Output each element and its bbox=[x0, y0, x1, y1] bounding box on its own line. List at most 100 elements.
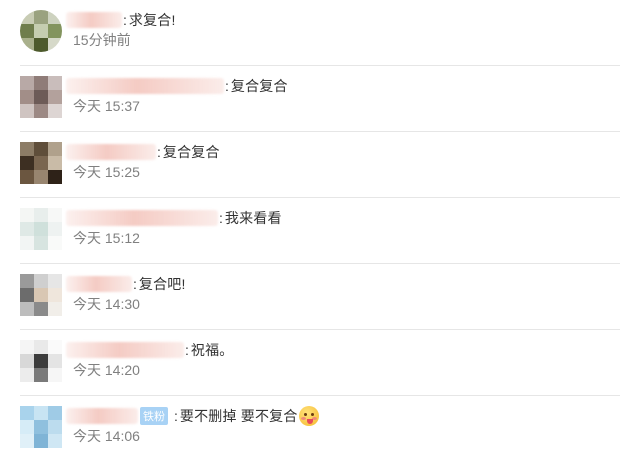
timestamp: 今天 15:25 bbox=[73, 164, 140, 180]
comment-text: 复合复合 bbox=[230, 78, 288, 94]
username[interactable] bbox=[66, 12, 122, 28]
colon: : bbox=[219, 210, 223, 226]
comment-item: : 复合复合 今天 15:37 bbox=[20, 66, 620, 132]
avatar-mosaic-cell bbox=[34, 406, 48, 420]
avatar-mosaic-cell bbox=[48, 406, 62, 420]
avatar-mosaic-cell bbox=[20, 434, 34, 448]
avatar-mosaic-cell bbox=[20, 340, 34, 354]
avatar-mosaic-cell bbox=[48, 76, 62, 90]
avatar-mosaic-cell bbox=[20, 142, 34, 156]
avatar-mosaic-cell bbox=[34, 236, 48, 250]
avatar-mosaic-cell bbox=[48, 24, 62, 38]
avatar[interactable] bbox=[20, 10, 62, 52]
avatar-mosaic-cell bbox=[48, 354, 62, 368]
avatar-mosaic-cell bbox=[20, 76, 34, 90]
fan-badge[interactable]: 铁粉 bbox=[140, 407, 168, 425]
avatar-mosaic-cell bbox=[20, 222, 34, 236]
colon: : bbox=[225, 78, 229, 94]
avatar[interactable] bbox=[20, 208, 62, 250]
timestamp: 15分钟前 bbox=[73, 32, 131, 48]
avatar-mosaic-cell bbox=[20, 24, 34, 38]
username[interactable] bbox=[66, 276, 132, 292]
comment-text: 复合吧! bbox=[138, 276, 186, 292]
username[interactable] bbox=[66, 408, 138, 424]
avatar-mosaic-cell bbox=[20, 288, 34, 302]
avatar-mosaic-cell bbox=[48, 368, 62, 382]
avatar-mosaic-cell bbox=[20, 236, 34, 250]
smiling-face-with-tongue-icon bbox=[298, 406, 319, 426]
avatar-mosaic-cell bbox=[48, 156, 62, 170]
avatar-mosaic-cell bbox=[48, 288, 62, 302]
avatar[interactable] bbox=[20, 406, 62, 448]
comment-item: 铁粉 : 要不删掉 要不复合 今天 14:06 bbox=[20, 396, 620, 456]
colon: : bbox=[123, 12, 127, 28]
comment-item: : 求复合! 15分钟前 bbox=[20, 0, 620, 66]
avatar[interactable] bbox=[20, 340, 62, 382]
comment-text: 祝福。 bbox=[190, 342, 234, 358]
comment-item: : 我来看看 今天 15:12 bbox=[20, 198, 620, 264]
avatar-mosaic-cell bbox=[48, 302, 62, 316]
avatar-mosaic-cell bbox=[20, 10, 34, 24]
timestamp: 今天 15:12 bbox=[73, 230, 140, 246]
avatar-mosaic-cell bbox=[34, 340, 48, 354]
avatar-mosaic-cell bbox=[34, 10, 48, 24]
avatar[interactable] bbox=[20, 274, 62, 316]
avatar-mosaic-cell bbox=[34, 368, 48, 382]
avatar-mosaic-cell bbox=[20, 406, 34, 420]
avatar-mosaic-cell bbox=[34, 90, 48, 104]
avatar-mosaic-cell bbox=[20, 170, 34, 184]
comment-header: : 复合吧! bbox=[66, 273, 186, 295]
avatar-mosaic-cell bbox=[34, 24, 48, 38]
colon: : bbox=[174, 408, 178, 424]
avatar-mosaic-cell bbox=[20, 420, 34, 434]
avatar-mosaic-cell bbox=[34, 38, 48, 52]
comment-item: : 祝福。 今天 14:20 bbox=[20, 330, 620, 396]
comment-item: : 复合吧! 今天 14:30 bbox=[20, 264, 620, 330]
avatar-mosaic-cell bbox=[34, 434, 48, 448]
comment-header: : 复合复合 bbox=[66, 141, 220, 163]
avatar-mosaic-cell bbox=[48, 104, 62, 118]
comment-item: : 复合复合 今天 15:25 bbox=[20, 132, 620, 198]
username[interactable] bbox=[66, 210, 218, 226]
colon: : bbox=[157, 144, 161, 160]
avatar-mosaic-cell bbox=[34, 288, 48, 302]
avatar-mosaic-cell bbox=[34, 76, 48, 90]
avatar-mosaic-cell bbox=[48, 38, 62, 52]
avatar-mosaic-cell bbox=[20, 104, 34, 118]
avatar-mosaic-cell bbox=[48, 90, 62, 104]
avatar-mosaic-cell bbox=[48, 208, 62, 222]
colon: : bbox=[133, 276, 137, 292]
avatar[interactable] bbox=[20, 76, 62, 118]
avatar-mosaic-cell bbox=[34, 104, 48, 118]
avatar-mosaic-cell bbox=[20, 274, 34, 288]
avatar-mosaic-cell bbox=[20, 368, 34, 382]
avatar-mosaic-cell bbox=[20, 90, 34, 104]
avatar-mosaic-cell bbox=[34, 302, 48, 316]
avatar-mosaic-cell bbox=[48, 142, 62, 156]
comment-header: : 祝福。 bbox=[66, 339, 234, 361]
comment-header: : 我来看看 bbox=[66, 207, 282, 229]
comment-text: 求复合! bbox=[128, 12, 176, 28]
comment-header: : 求复合! bbox=[66, 9, 176, 31]
avatar-mosaic-cell bbox=[20, 38, 34, 52]
avatar-mosaic-cell bbox=[20, 208, 34, 222]
colon: : bbox=[185, 342, 189, 358]
avatar-mosaic-cell bbox=[34, 354, 48, 368]
avatar-mosaic-cell bbox=[20, 302, 34, 316]
avatar-mosaic-cell bbox=[48, 236, 62, 250]
username[interactable] bbox=[66, 342, 184, 358]
avatar-mosaic-cell bbox=[34, 420, 48, 434]
comment-text: 复合复合 bbox=[162, 144, 220, 160]
avatar-mosaic-cell bbox=[48, 340, 62, 354]
avatar[interactable] bbox=[20, 142, 62, 184]
username[interactable] bbox=[66, 78, 224, 94]
avatar-mosaic-cell bbox=[34, 274, 48, 288]
timestamp: 今天 14:06 bbox=[73, 428, 140, 444]
timestamp: 今天 14:30 bbox=[73, 296, 140, 312]
avatar-mosaic-cell bbox=[48, 434, 62, 448]
username[interactable] bbox=[66, 144, 156, 160]
avatar-mosaic-cell bbox=[20, 354, 34, 368]
avatar-mosaic-cell bbox=[20, 156, 34, 170]
avatar-mosaic-cell bbox=[48, 10, 62, 24]
avatar-mosaic-cell bbox=[34, 170, 48, 184]
